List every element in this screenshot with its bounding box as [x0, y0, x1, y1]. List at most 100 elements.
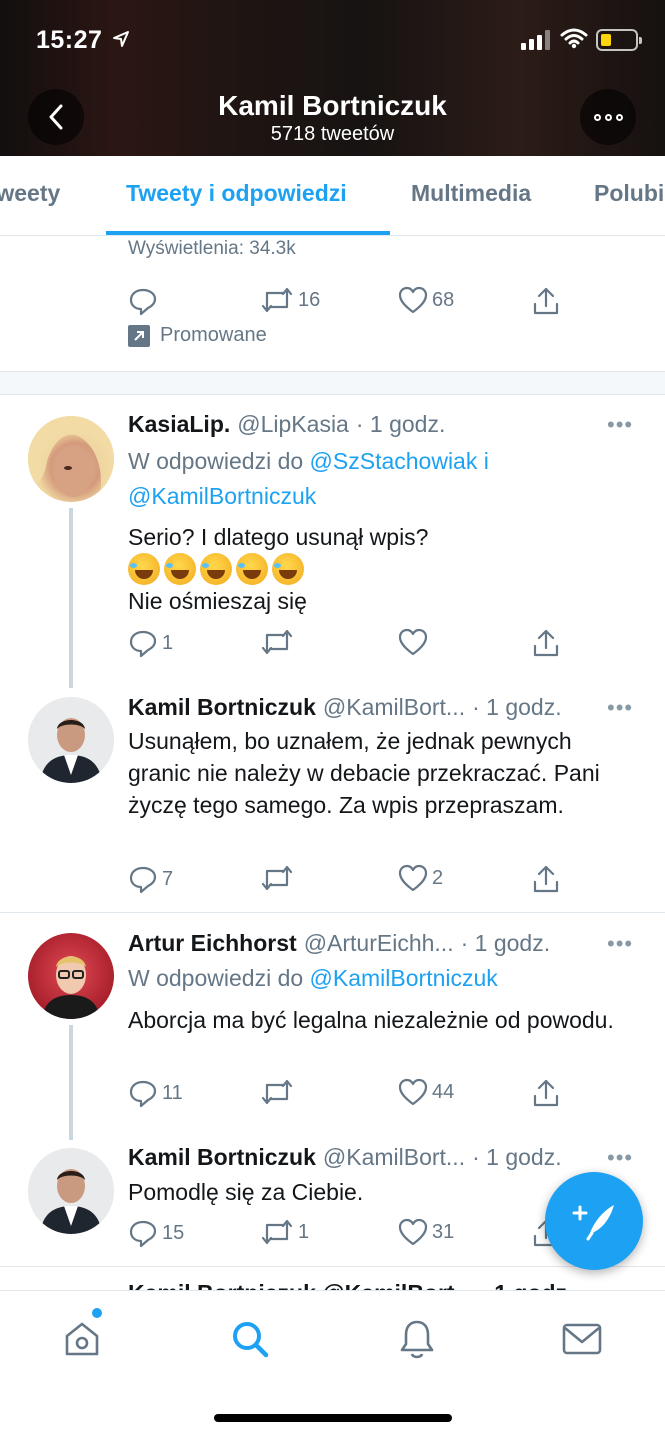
reply-icon: [129, 630, 157, 658]
tweet-time: · 1 godz.: [472, 1144, 562, 1170]
laughing-emoji-row: [128, 553, 628, 585]
rolling-laughing-emoji-icon: [272, 553, 304, 585]
reply-count: 11: [162, 1081, 183, 1104]
retweet-icon: [261, 287, 293, 313]
heart-icon: [398, 1218, 428, 1246]
profile-header: 15:27 Kamil Bortniczuk 5718 tweetów: [0, 0, 665, 156]
tweet-actions: 7 2: [128, 864, 568, 896]
notifications-tab[interactable]: [395, 1317, 439, 1361]
tweet-handle[interactable]: @LipKasia: [237, 411, 349, 438]
status-time: 15:27: [36, 26, 103, 54]
retweet-button[interactable]: 16: [260, 286, 320, 314]
mention-link[interactable]: @KamilBortniczuk: [310, 965, 498, 991]
share-icon: [533, 865, 559, 893]
messages-tab[interactable]: [560, 1317, 604, 1361]
retweet-button[interactable]: [260, 628, 294, 656]
share-icon: [533, 629, 559, 657]
tweet-more-icon[interactable]: •••: [607, 931, 633, 957]
like-button[interactable]: 44: [398, 1078, 454, 1106]
reply-button[interactable]: 11: [128, 1078, 183, 1108]
share-button[interactable]: [531, 864, 561, 894]
active-tab-indicator: [106, 231, 390, 235]
profile-tabs: Tweety Tweety i odpowiedzi Multimedia Po…: [0, 156, 665, 236]
section-separator: [0, 371, 665, 395]
retweet-button[interactable]: 1: [260, 1218, 309, 1246]
tweet-author-name[interactable]: Artur Eichhorst: [128, 930, 297, 957]
tweet-time: · 1 godz.: [355, 411, 446, 437]
home-icon: [65, 1322, 99, 1356]
tweet-more-icon[interactable]: •••: [607, 695, 633, 721]
tweet-time: · 1 godz.: [460, 930, 551, 956]
like-button[interactable]: 31: [398, 1218, 454, 1246]
mention-link[interactable]: @KamilBortniczuk: [128, 483, 316, 509]
retweet-icon: [261, 1219, 293, 1245]
compose-tweet-button[interactable]: [545, 1172, 643, 1270]
share-button[interactable]: [531, 286, 561, 316]
tab-media[interactable]: Multimedia: [411, 180, 531, 207]
like-button[interactable]: 2: [398, 864, 443, 892]
tweet-divider: [0, 912, 665, 913]
tweet-text-line: Nie ośmieszaj się: [128, 588, 307, 614]
avatar[interactable]: [28, 697, 114, 783]
more-options-button[interactable]: [580, 89, 636, 145]
search-tab[interactable]: [228, 1317, 272, 1361]
reply-button[interactable]: 1: [128, 628, 173, 658]
share-button[interactable]: [531, 628, 561, 658]
tweet-handle[interactable]: @ArturEichh...: [304, 930, 454, 957]
retweet-count: 1: [298, 1220, 310, 1243]
tweet-handle[interactable]: @KamilBort...: [323, 1144, 465, 1171]
tab-tweets[interactable]: Tweety: [0, 180, 60, 207]
tweet-text: Usunąłem, bo uznałem, że jednak pewnych …: [128, 728, 600, 818]
tweet-actions: 1: [128, 628, 568, 660]
reply-icon: [129, 288, 157, 316]
retweet-button[interactable]: [260, 864, 294, 892]
reply-prefix: W odpowiedzi do: [128, 965, 304, 991]
like-button[interactable]: 68: [398, 286, 454, 314]
avatar[interactable]: [28, 416, 114, 502]
avatar[interactable]: [28, 933, 114, 1019]
tweet-author-name[interactable]: Kamil Bortniczuk: [128, 1144, 316, 1171]
profile-name: Kamil Bortniczuk: [218, 90, 447, 121]
tweet-author-name[interactable]: Kamil Bortniczuk: [128, 694, 316, 721]
reply-count: 15: [162, 1221, 185, 1244]
avatar[interactable]: [28, 1148, 114, 1234]
tweet-divider: [0, 1266, 665, 1267]
heart-icon: [398, 286, 428, 314]
heart-icon: [398, 864, 428, 892]
retweet-button[interactable]: [260, 1078, 294, 1106]
tweet-text: Serio? I dlatego usunął wpis? Nie ośmies…: [128, 521, 628, 617]
tweet-header: Kamil Bortniczuk @KamilBort... · 1 godz.: [128, 1144, 562, 1171]
bell-icon: [400, 1320, 434, 1359]
tweet-author-name[interactable]: KasiaLip.: [128, 411, 230, 438]
promoted-label: Promowane: [128, 324, 267, 347]
like-count: 44: [432, 1080, 455, 1103]
tweet-header: Artur Eichhorst @ArturEichh... · 1 godz.: [128, 930, 550, 957]
tab-tweets-and-replies[interactable]: Tweety i odpowiedzi: [126, 180, 347, 207]
reply-button[interactable]: 15: [128, 1218, 184, 1248]
next-tweet-peek: Kamil Bortniczuk @KamilBort... · 1 godz.: [128, 1280, 573, 1290]
tweet-text-line: Serio? I dlatego usunął wpis?: [128, 524, 429, 550]
tweet-handle[interactable]: @KamilBort...: [323, 694, 465, 721]
home-tab[interactable]: [60, 1317, 104, 1361]
like-button[interactable]: [398, 628, 428, 656]
reply-button[interactable]: 7: [128, 864, 173, 894]
promoted-arrow-icon: [128, 324, 150, 347]
tweet-header: Kamil Bortniczuk @KamilBort... · 1 godz.: [128, 694, 562, 721]
heart-icon: [398, 1078, 428, 1106]
share-icon: [533, 1079, 559, 1107]
like-count: 2: [432, 866, 444, 889]
tweet-more-icon[interactable]: •••: [607, 412, 633, 438]
reply-button[interactable]: [128, 286, 158, 316]
tweet-more-icon[interactable]: •••: [607, 1145, 633, 1171]
share-button[interactable]: [531, 1078, 561, 1108]
tab-likes[interactable]: Polubi: [594, 180, 664, 207]
compose-feather-icon: [572, 1205, 614, 1241]
share-icon: [533, 287, 559, 315]
tweet-text: Aborcja ma być legalna niezależnie od po…: [128, 1007, 614, 1033]
status-bar: 15:27: [0, 0, 665, 80]
rolling-laughing-emoji-icon: [236, 553, 268, 585]
reply-prefix: W odpowiedzi do: [128, 448, 304, 474]
mention-link[interactable]: @SzStachowiak i: [310, 448, 489, 474]
reply-count: 7: [162, 867, 174, 890]
retweet-icon: [261, 1079, 293, 1105]
